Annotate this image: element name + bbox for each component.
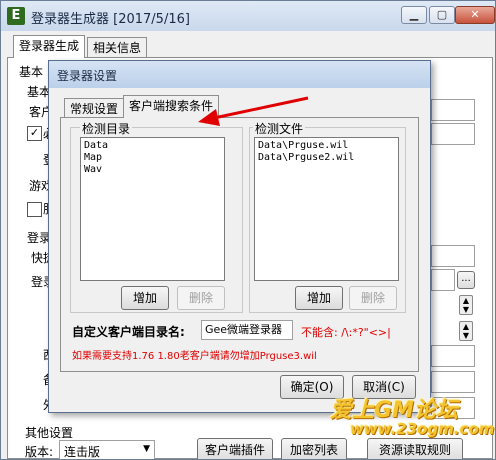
annotation-arrow-icon	[198, 96, 309, 126]
watermark-url: www.23ogm.com	[350, 420, 495, 438]
